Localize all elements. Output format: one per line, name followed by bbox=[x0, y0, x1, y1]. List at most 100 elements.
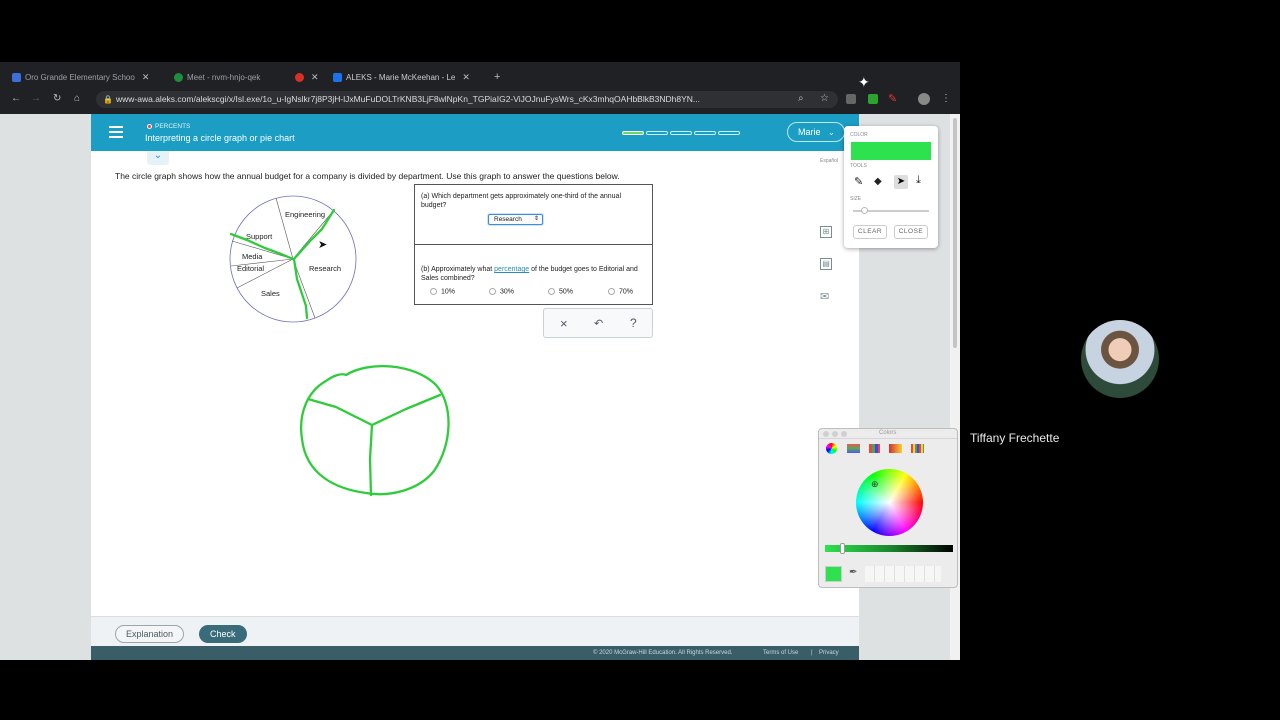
browser-tab-aleks[interactable]: ALEKS - Marie McKeehan - Le ✕ bbox=[333, 68, 479, 86]
chevron-down-icon: ⌄ bbox=[828, 128, 835, 137]
window-zoom-icon[interactable] bbox=[841, 431, 847, 437]
select-arrows-icon: ⇕ bbox=[533, 216, 539, 222]
eraser-icon[interactable]: ◆ bbox=[874, 176, 882, 187]
close-tab-icon[interactable]: ✕ bbox=[462, 72, 470, 83]
option-label: 70% bbox=[619, 288, 634, 296]
espanol-link[interactable]: Español bbox=[820, 158, 838, 164]
message-icon[interactable]: ✉ bbox=[820, 290, 829, 303]
option-70-radio[interactable]: 70% bbox=[608, 288, 633, 295]
textbook-icon[interactable]: ▤ bbox=[820, 258, 832, 270]
pie-label-media: Media bbox=[242, 252, 263, 261]
palettes-tab-icon[interactable] bbox=[869, 444, 880, 453]
option-30-radio[interactable]: 30% bbox=[489, 288, 514, 295]
pen-extension-icon[interactable]: ✎ bbox=[888, 92, 897, 105]
browser-tab-oro-grande[interactable]: Oro Grande Elementary Schoo ✕ bbox=[12, 68, 162, 86]
footer-copyright: © 2020 McGraw-Hill Education. All Rights… bbox=[593, 650, 733, 656]
option-label: 50% bbox=[559, 288, 574, 296]
aleks-topbar: PERCENTS Interpreting a circle graph or … bbox=[91, 114, 859, 151]
option-10-radio[interactable]: 10% bbox=[430, 288, 455, 295]
aleks-app: PERCENTS Interpreting a circle graph or … bbox=[91, 114, 859, 660]
close-tool-button[interactable]: CLOSE bbox=[894, 225, 928, 239]
size-heading: SIZE bbox=[850, 196, 862, 202]
question-b-text: (b) Approximately what percentage of the… bbox=[421, 265, 646, 283]
colors-window: Colors ⊕ ✒ bbox=[818, 428, 958, 588]
topic-status-icon bbox=[147, 124, 152, 129]
color-picker-crosshair-icon: ⊕ bbox=[871, 479, 879, 489]
window-close-icon[interactable] bbox=[823, 431, 829, 437]
pencil-icon[interactable]: ✎ bbox=[854, 175, 863, 188]
topic-title: Interpreting a circle graph or pie chart bbox=[145, 133, 295, 143]
footer: © 2020 McGraw-Hill Education. All Rights… bbox=[91, 646, 859, 660]
check-button[interactable]: Check bbox=[199, 625, 247, 643]
download-icon[interactable]: ⤓ bbox=[916, 174, 921, 187]
back-icon[interactable]: ← bbox=[11, 93, 21, 104]
bookmark-star-icon[interactable]: ☆ bbox=[820, 93, 829, 104]
scrollbar-thumb[interactable] bbox=[953, 118, 957, 348]
browser-menu-icon[interactable]: ⋮ bbox=[941, 93, 951, 104]
option-label: 30% bbox=[500, 288, 515, 296]
radio-icon bbox=[430, 288, 437, 295]
percentage-link[interactable]: percentage bbox=[494, 266, 529, 273]
color-swatch[interactable] bbox=[851, 142, 931, 160]
new-tab-icon[interactable]: + bbox=[494, 68, 500, 86]
size-slider-thumb[interactable] bbox=[861, 207, 868, 214]
participant-name: Tiffany Frechette bbox=[970, 431, 1060, 445]
extension-icon[interactable] bbox=[846, 94, 856, 104]
extension-icon[interactable] bbox=[868, 94, 878, 104]
radio-icon bbox=[608, 288, 615, 295]
bottom-bar: Explanation Check bbox=[91, 616, 859, 646]
expand-chevron-icon[interactable]: ⌄ bbox=[147, 151, 169, 165]
brightness-slider-thumb[interactable] bbox=[840, 543, 845, 554]
sliders-tab-icon[interactable] bbox=[847, 444, 860, 453]
user-menu-button[interactable]: Marie ⌄ bbox=[787, 122, 845, 142]
home-icon[interactable]: ⌂ bbox=[74, 93, 80, 104]
department-select[interactable]: Research ⇕ bbox=[488, 214, 543, 225]
recording-dot-icon bbox=[295, 72, 304, 82]
clear-answer-icon[interactable]: × bbox=[560, 316, 568, 331]
browser-tab-meet[interactable]: Meet - nvm-hnjo-qek bbox=[174, 68, 278, 86]
color-wheel-tab-icon[interactable] bbox=[826, 443, 837, 454]
tab-label: Oro Grande Elementary Schoo bbox=[25, 72, 135, 82]
calculator-icon[interactable]: ⊞ bbox=[820, 226, 832, 238]
lock-icon: 🔒 bbox=[103, 95, 113, 104]
address-bar[interactable]: 🔒 www-awa.aleks.com/alekscgi/x/Isl.exe/1… bbox=[96, 91, 838, 108]
topic-category: PERCENTS bbox=[155, 123, 191, 130]
hamburger-menu-icon[interactable] bbox=[109, 126, 123, 138]
sparkle-icon: ✦ bbox=[858, 74, 870, 90]
pie-label-editorial: Editorial bbox=[237, 264, 265, 273]
explanation-button[interactable]: Explanation bbox=[115, 625, 185, 643]
option-label: 10% bbox=[441, 288, 456, 296]
tools-heading: TOOLS bbox=[850, 163, 867, 169]
department-select-value: Research bbox=[494, 216, 522, 223]
question-a-text: (a) Which department gets approximately … bbox=[421, 193, 621, 209]
clear-drawing-button[interactable]: CLEAR bbox=[853, 225, 887, 239]
privacy-link[interactable]: Privacy bbox=[819, 650, 839, 656]
close-tab-icon[interactable]: ✕ bbox=[142, 72, 150, 83]
undo-icon[interactable]: ↶ bbox=[594, 317, 603, 330]
help-icon[interactable]: ? bbox=[630, 316, 637, 330]
current-color-swatch[interactable] bbox=[825, 566, 842, 582]
annotation-tool-panel: COLOR TOOLS ✎ ◆ ➤ ⤓ SIZE CLEAR CLOSE bbox=[844, 126, 938, 248]
forward-icon[interactable]: → bbox=[31, 93, 41, 104]
pie-label-engineering: Engineering bbox=[285, 210, 326, 219]
browser-chrome: Oro Grande Elementary Schoo ✕ Meet - nvm… bbox=[0, 62, 960, 114]
browser-tab-recording[interactable]: ✕ bbox=[295, 68, 321, 86]
question-b-text-start: (b) Approximately what bbox=[421, 266, 495, 273]
reload-icon[interactable]: ↻ bbox=[53, 93, 61, 104]
option-50-radio[interactable]: 50% bbox=[548, 288, 573, 295]
colors-window-title: Colors bbox=[879, 430, 897, 436]
image-palettes-tab-icon[interactable] bbox=[889, 444, 902, 453]
zoom-icon[interactable]: ⌕ bbox=[798, 93, 804, 104]
color-wheel[interactable] bbox=[856, 469, 923, 536]
pencils-tab-icon[interactable] bbox=[911, 444, 924, 453]
tab-label: Meet - nvm-hnjo-qek bbox=[187, 72, 261, 82]
close-tab-icon[interactable]: ✕ bbox=[311, 72, 319, 83]
window-minimize-icon[interactable] bbox=[832, 431, 838, 437]
terms-link[interactable]: Terms of Use bbox=[763, 650, 798, 656]
pointer-tool-icon[interactable]: ➤ bbox=[894, 175, 908, 189]
profile-avatar-icon[interactable] bbox=[918, 93, 930, 105]
eyedropper-icon[interactable]: ✒ bbox=[849, 567, 857, 578]
mouse-cursor-icon: ➤ bbox=[318, 239, 328, 251]
progress-bar bbox=[622, 131, 740, 135]
saved-swatches[interactable] bbox=[865, 566, 941, 582]
